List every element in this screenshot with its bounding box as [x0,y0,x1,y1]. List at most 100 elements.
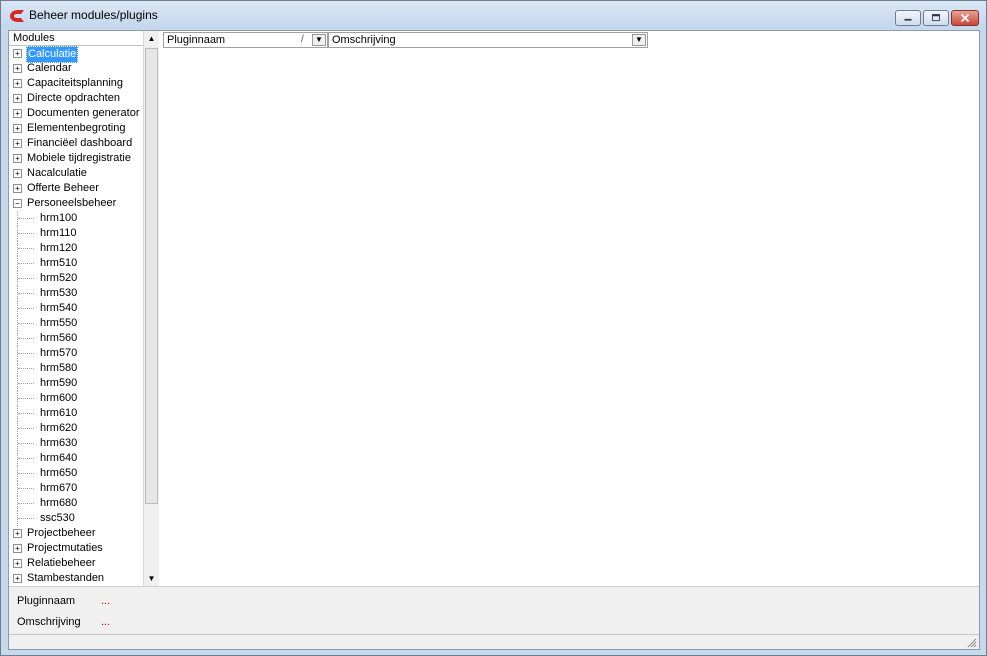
sort-indicator: / [301,34,304,45]
tree-connector-line [17,376,35,391]
expand-icon[interactable]: + [13,124,22,133]
tree-child-item[interactable]: hrm550 [9,316,143,331]
tree-child-item[interactable]: hrm540 [9,301,143,316]
tree-item[interactable]: + Calendar [9,61,143,76]
tree-child-item[interactable]: hrm620 [9,421,143,436]
tree-child-item[interactable]: hrm560 [9,331,143,346]
tree-item-label: hrm540 [40,302,78,314]
expand-icon[interactable]: + [13,184,22,193]
column-filter-dropdown-button[interactable]: ▼ [312,34,326,46]
tree-item-label: hrm550 [40,317,78,329]
expand-icon[interactable]: + [13,79,22,88]
tree-child-item[interactable]: hrm580 [9,361,143,376]
tree-child-item[interactable]: hrm670 [9,481,143,496]
tree-item-label: Mobiele tijdregistratie [27,152,131,164]
tree-connector-line [17,496,35,511]
tree-item-label: hrm580 [40,362,78,374]
column-header-pluginnaam[interactable]: Pluginnaam / ▼ [163,32,328,48]
tree-item[interactable]: + Financiëel dashboard [9,136,143,151]
window-title: Beheer modules/plugins [29,8,158,22]
scroll-thumb[interactable] [145,48,158,504]
column-header-label: Omschrijving [332,34,396,46]
main-window: Beheer modules/plugins Modules + Calculat… [0,0,987,656]
tree-connector-line [17,421,35,436]
scroll-down-button[interactable]: ▼ [144,571,159,586]
tree-child-item[interactable]: hrm110 [9,226,143,241]
expand-icon[interactable]: + [13,94,22,103]
filter-value-pluginnaam[interactable]: ... [101,595,110,607]
tree-connector-line [17,451,35,466]
tree-item-label: Directe opdrachten [27,92,120,104]
tree-item[interactable]: + Nacalculatie [9,166,143,181]
tree-item[interactable]: + Elementenbegroting [9,121,143,136]
tree-item-label: Stambestanden [27,572,105,584]
title-bar[interactable]: Beheer modules/plugins [1,1,986,29]
tree-item-label: Elementenbegroting [27,122,126,134]
tree-child-item[interactable]: hrm650 [9,466,143,481]
tree-connector-line [17,511,35,526]
tree-item-label: hrm570 [40,347,78,359]
minimize-button[interactable] [895,10,921,26]
tree-child-item[interactable]: hrm630 [9,436,143,451]
tree-item[interactable]: + Projectmutaties [9,541,143,556]
expand-icon[interactable]: + [13,49,22,58]
tree-item[interactable]: + Mobiele tijdregistratie [9,151,143,166]
column-header-omschrijving[interactable]: Omschrijving ▼ [328,32,648,48]
expand-icon[interactable]: + [13,64,22,73]
expand-icon[interactable]: + [13,169,22,178]
column-filter-dropdown-button[interactable]: ▼ [632,34,646,46]
expand-icon[interactable]: + [13,559,22,568]
tree-connector-line [17,316,35,331]
tree-child-item[interactable]: hrm680 [9,496,143,511]
expand-icon[interactable]: + [13,574,22,583]
app-logo-icon [10,10,24,22]
close-button[interactable] [951,10,979,26]
maximize-button[interactable] [923,10,949,26]
tree-item[interactable]: + Documenten generator [9,106,143,121]
tree-item-label: hrm560 [40,332,78,344]
plugins-grid[interactable]: Pluginnaam / ▼ Omschrijving ▼ [161,31,979,586]
collapse-icon[interactable]: − [13,199,22,208]
tree-item[interactable]: + Relatiebeheer [9,556,143,571]
tree-connector-line [17,331,35,346]
tree-child-item[interactable]: hrm520 [9,271,143,286]
tree-child-item[interactable]: hrm640 [9,451,143,466]
modules-tree[interactable]: + Calculatie + Calendar + Capaciteitsplanning… [9,46,143,586]
tree-child-item[interactable]: ssc530 [9,511,143,526]
tree-item[interactable]: + Capaciteitsplanning [9,76,143,91]
tree-item[interactable]: + Directe opdrachten [9,91,143,106]
tree-scrollbar[interactable]: ▲ ▼ [143,31,159,586]
tree-item-label: Capaciteitsplanning [27,77,124,89]
tree-child-item[interactable]: hrm510 [9,256,143,271]
tree-child-item[interactable]: hrm570 [9,346,143,361]
tree-child-item[interactable]: hrm610 [9,406,143,421]
expand-icon[interactable]: + [13,139,22,148]
expand-icon[interactable]: + [13,109,22,118]
resize-grip-icon[interactable] [965,636,977,648]
tree-item[interactable]: + Offerte Beheer [9,181,143,196]
tree-item-label: Documenten generator [27,107,140,119]
tree-connector-line [17,466,35,481]
tree-item-label: hrm620 [40,422,78,434]
tree-item[interactable]: + Stambestanden [9,571,143,586]
tree-item-label: Projectbeheer [27,527,96,539]
tree-item[interactable]: − Personeelsbeheer [9,196,143,211]
scroll-up-button[interactable]: ▲ [144,31,159,46]
column-header-label: Pluginnaam [167,34,226,46]
tree-child-item[interactable]: hrm590 [9,376,143,391]
expand-icon[interactable]: + [13,529,22,538]
tree-item-label: Relatiebeheer [27,557,96,569]
tree-item-label: hrm590 [40,377,78,389]
tree-item[interactable]: + Calculatie [9,46,143,63]
tree-child-item[interactable]: hrm600 [9,391,143,406]
expand-icon[interactable]: + [13,544,22,553]
tree-item-label: hrm600 [40,392,78,404]
tree-item[interactable]: + Projectbeheer [9,526,143,541]
expand-icon[interactable]: + [13,154,22,163]
tree-child-item[interactable]: hrm530 [9,286,143,301]
tree-item-label: hrm520 [40,272,78,284]
filter-value-omschrijving[interactable]: ... [101,616,110,628]
tree-child-item[interactable]: hrm120 [9,241,143,256]
tree-item-label: Calendar [27,62,72,74]
tree-child-item[interactable]: hrm100 [9,211,143,226]
